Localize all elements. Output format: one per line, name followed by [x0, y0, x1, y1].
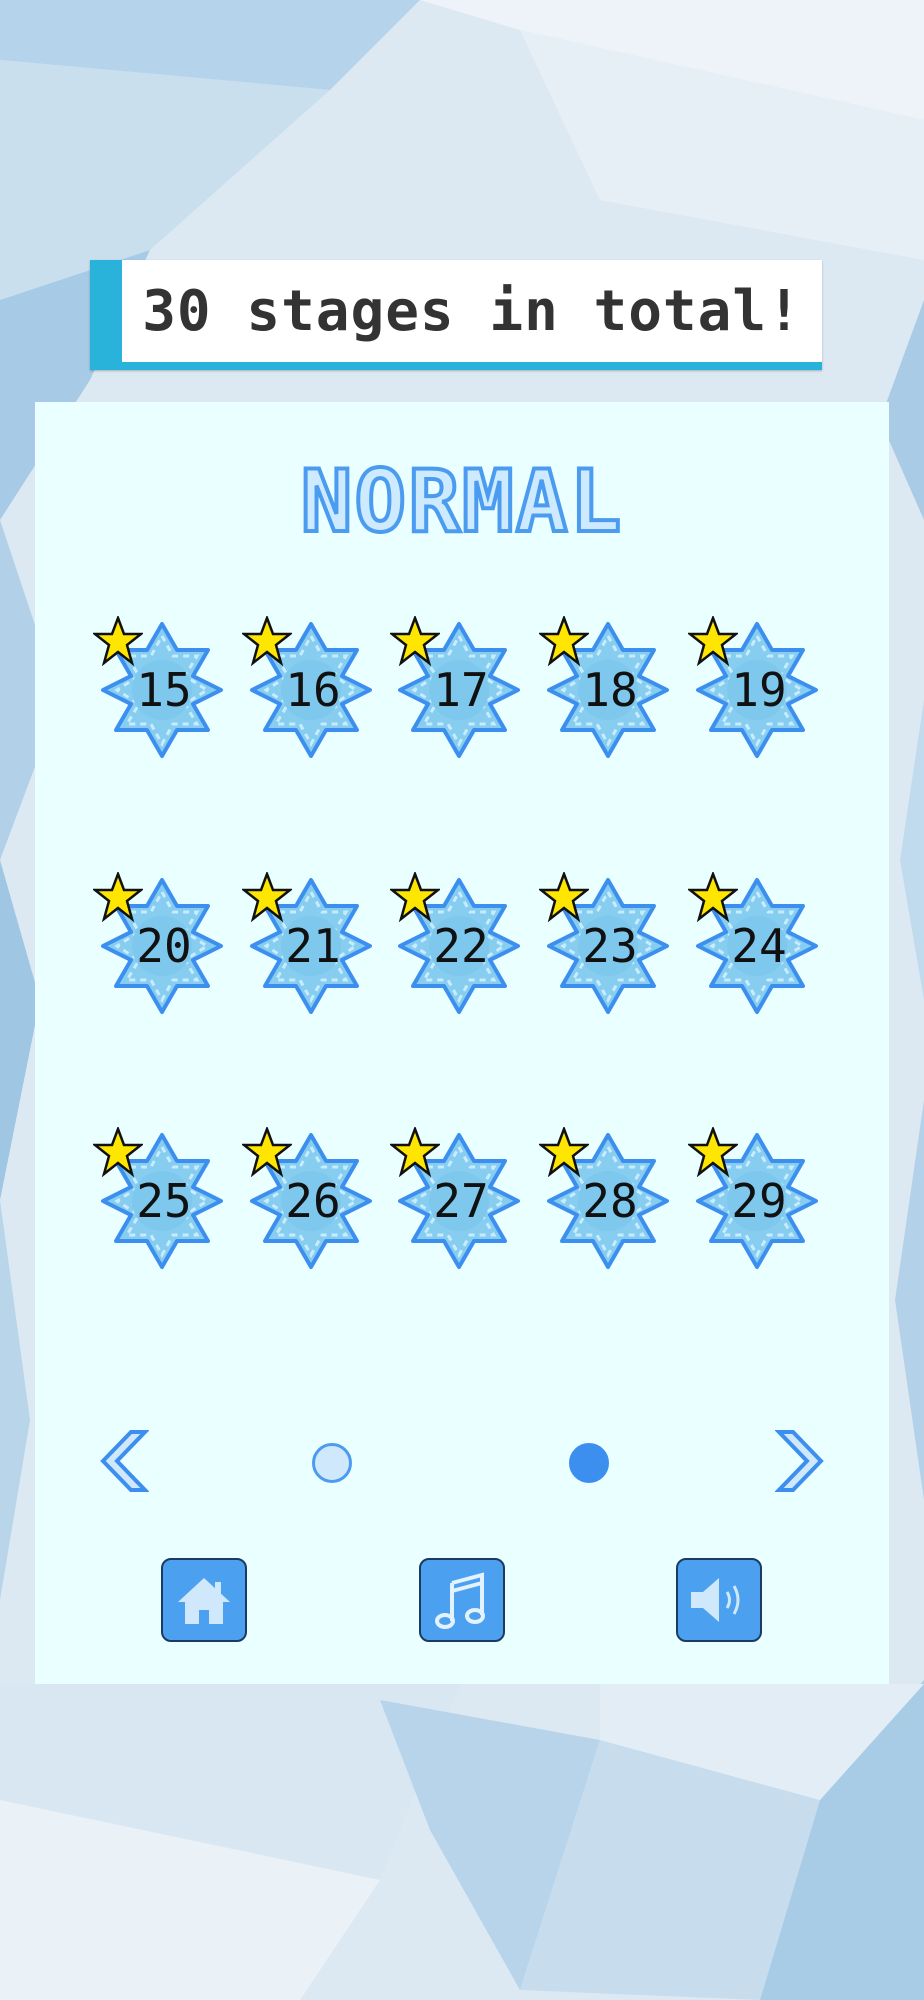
home-button[interactable]: [161, 1558, 247, 1642]
star-icon: [93, 1127, 143, 1177]
sound-button[interactable]: [676, 1558, 762, 1642]
speaker-icon: [691, 1578, 740, 1622]
stage-count-banner: 30 stages in total!: [90, 260, 822, 370]
stage-button-17[interactable]: 17: [390, 616, 524, 760]
star-icon: [93, 872, 143, 922]
star-icon: [242, 872, 292, 922]
star-icon: [390, 616, 440, 666]
stage-button-20[interactable]: 20: [93, 872, 227, 1016]
stage-button-24[interactable]: 24: [688, 872, 822, 1016]
page-dot-1[interactable]: [312, 1443, 352, 1483]
stage-button-28[interactable]: 28: [539, 1127, 673, 1271]
star-icon: [539, 1127, 589, 1177]
star-icon: [242, 1127, 292, 1177]
stage-button-18[interactable]: 18: [539, 616, 673, 760]
banner-text: 30 stages in total!: [142, 278, 802, 344]
star-icon: [390, 872, 440, 922]
chevron-right-icon[interactable]: [775, 1428, 831, 1494]
stage-button-21[interactable]: 21: [242, 872, 376, 1016]
star-icon: [688, 872, 738, 922]
difficulty-title: NORMAL: [35, 450, 889, 554]
music-button[interactable]: [419, 1558, 505, 1642]
level-select-panel: NORMAL 15 16 17 18 19 20 21 22 23 24 25 …: [35, 402, 889, 1684]
stage-button-27[interactable]: 27: [390, 1127, 524, 1271]
star-icon: [539, 616, 589, 666]
stage-button-15[interactable]: 15: [93, 616, 227, 760]
stage-button-29[interactable]: 29: [688, 1127, 822, 1271]
star-icon: [242, 616, 292, 666]
stage-button-22[interactable]: 22: [390, 872, 524, 1016]
stage-button-23[interactable]: 23: [539, 872, 673, 1016]
stage-button-16[interactable]: 16: [242, 616, 376, 760]
star-icon: [390, 1127, 440, 1177]
stage-button-25[interactable]: 25: [93, 1127, 227, 1271]
chevron-left-icon[interactable]: [93, 1428, 149, 1494]
page-dot-2[interactable]: [569, 1443, 609, 1483]
star-icon: [688, 1127, 738, 1177]
stage-button-19[interactable]: 19: [688, 616, 822, 760]
star-icon: [688, 616, 738, 666]
star-icon: [93, 616, 143, 666]
music-note-icon: [435, 1572, 485, 1629]
star-icon: [539, 872, 589, 922]
stage-button-26[interactable]: 26: [242, 1127, 376, 1271]
difficulty-label: NORMAL: [299, 450, 624, 554]
home-icon: [178, 1578, 230, 1624]
